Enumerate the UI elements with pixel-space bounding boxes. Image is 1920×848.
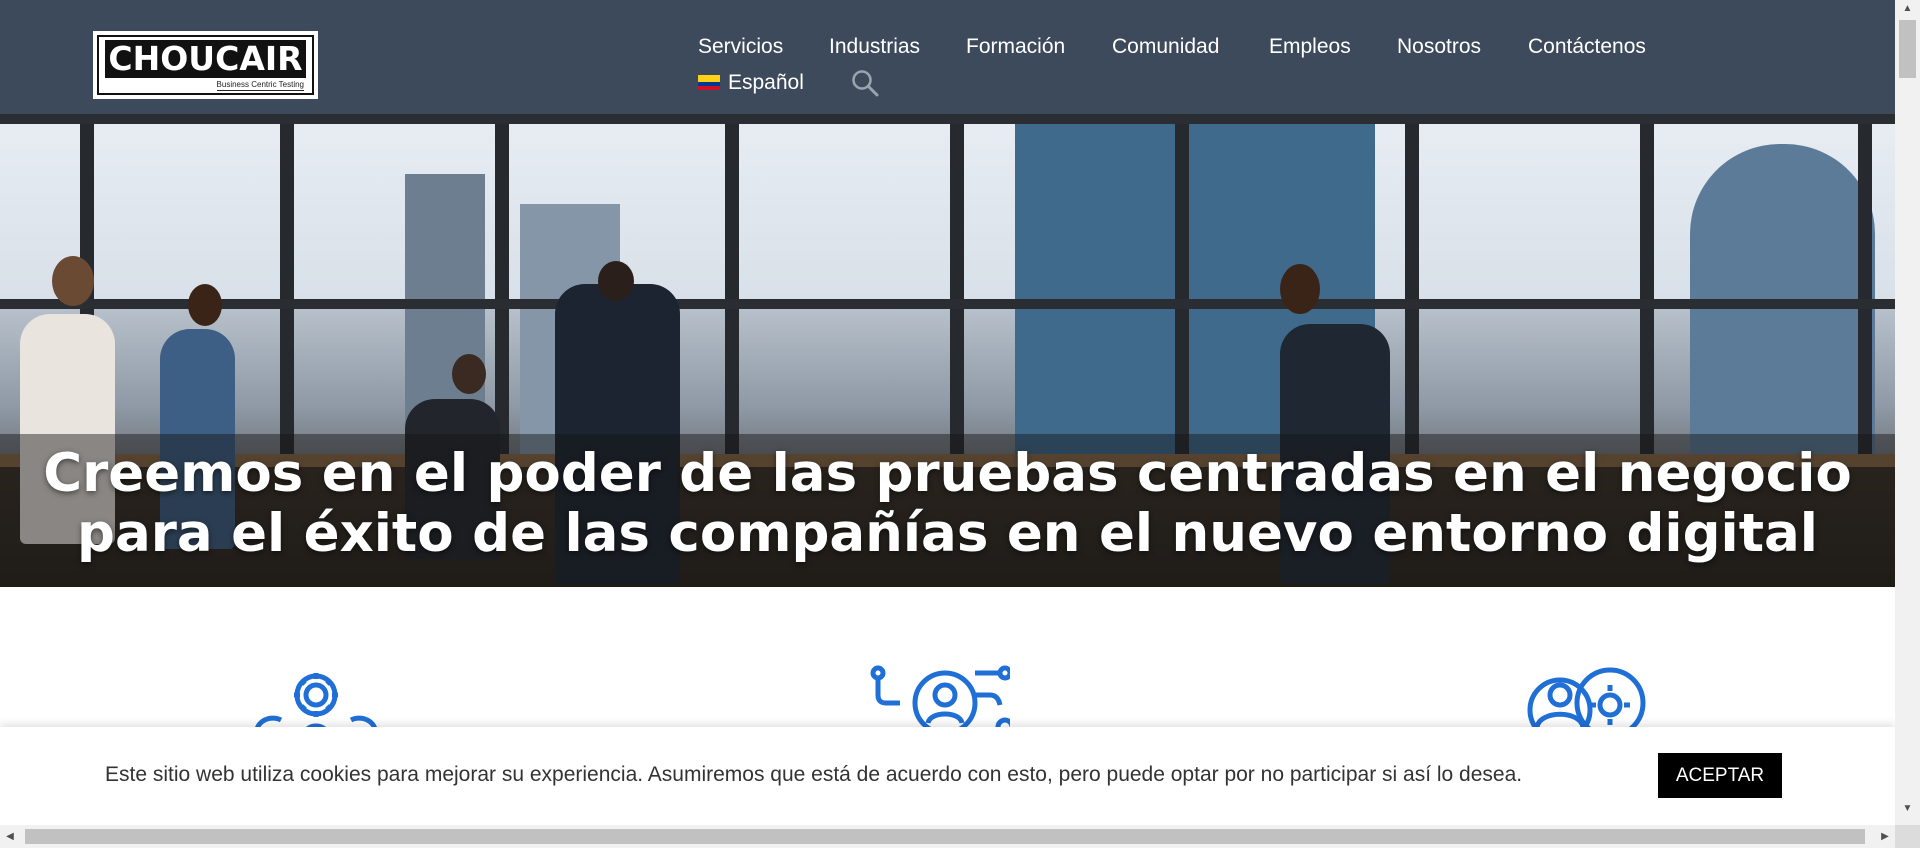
- user-network-icon: [870, 665, 1010, 735]
- search-icon[interactable]: [850, 68, 880, 98]
- cookie-consent-bar: Este sitio web utiliza cookies para mejo…: [0, 727, 1895, 825]
- logo-frame: CHOUCAIR Business Centric Testing: [97, 35, 314, 95]
- gherkin-tower: [1690, 144, 1875, 474]
- scroll-left-icon[interactable]: ◀: [0, 825, 20, 848]
- people-settings-icon: [1527, 667, 1646, 735]
- person-head: [598, 261, 634, 301]
- accept-cookies-button[interactable]: ACEPTAR: [1658, 753, 1782, 798]
- hero-title-line-2: para el éxito de las compañías en el nue…: [77, 503, 1818, 564]
- vertical-scrollbar[interactable]: ▲ ▼: [1895, 0, 1920, 825]
- cookie-message: Este sitio web utiliza cookies para mejo…: [105, 763, 1523, 786]
- nav-item-nosotros[interactable]: Nosotros: [1397, 34, 1481, 60]
- vertical-scroll-thumb[interactable]: [1899, 20, 1916, 78]
- logo-wordmark: CHOUCAIR: [105, 40, 306, 78]
- person-head: [1280, 264, 1320, 314]
- scrollbar-corner: [1895, 825, 1920, 848]
- person-head: [52, 256, 94, 306]
- language-label: Español: [728, 71, 804, 94]
- scroll-up-icon[interactable]: ▲: [1895, 0, 1920, 18]
- scroll-down-icon[interactable]: ▼: [1895, 800, 1920, 818]
- site-header: CHOUCAIR Business Centric Testing Servic…: [0, 0, 1895, 130]
- hero-banner: Creemos en el poder de las pruebas centr…: [0, 114, 1895, 587]
- gears-team-icon: [253, 673, 379, 735]
- scroll-right-icon[interactable]: ▶: [1875, 825, 1895, 848]
- logo-tagline: Business Centric Testing: [216, 80, 304, 91]
- window-frame: [0, 299, 1895, 309]
- nav-item-contactenos[interactable]: Contáctenos: [1528, 34, 1646, 60]
- choucair-logo[interactable]: CHOUCAIR Business Centric Testing: [93, 31, 318, 99]
- nav-item-servicios[interactable]: Servicios: [698, 34, 783, 60]
- page: CHOUCAIR Business Centric Testing Servic…: [0, 0, 1895, 825]
- person-head: [452, 354, 486, 394]
- hero-title-line-1: Creemos en el poder de las pruebas centr…: [43, 443, 1852, 504]
- nav-item-empleos[interactable]: Empleos: [1269, 34, 1351, 60]
- language-selector[interactable]: Español: [698, 70, 804, 96]
- main-nav: Servicios Industrias Formación Comunidad…: [698, 34, 1698, 97]
- horizontal-scrollbar[interactable]: ◀ ▶: [0, 825, 1895, 848]
- hero-title: Creemos en el poder de las pruebas centr…: [0, 444, 1895, 564]
- window-frame: [0, 114, 1895, 124]
- nav-item-formacion[interactable]: Formación: [966, 34, 1065, 60]
- nav-item-comunidad[interactable]: Comunidad: [1112, 34, 1219, 60]
- nav-item-industrias[interactable]: Industrias: [829, 34, 920, 60]
- horizontal-scroll-thumb[interactable]: [25, 829, 1865, 844]
- person-head: [188, 284, 222, 326]
- colombia-flag-icon: [698, 75, 720, 90]
